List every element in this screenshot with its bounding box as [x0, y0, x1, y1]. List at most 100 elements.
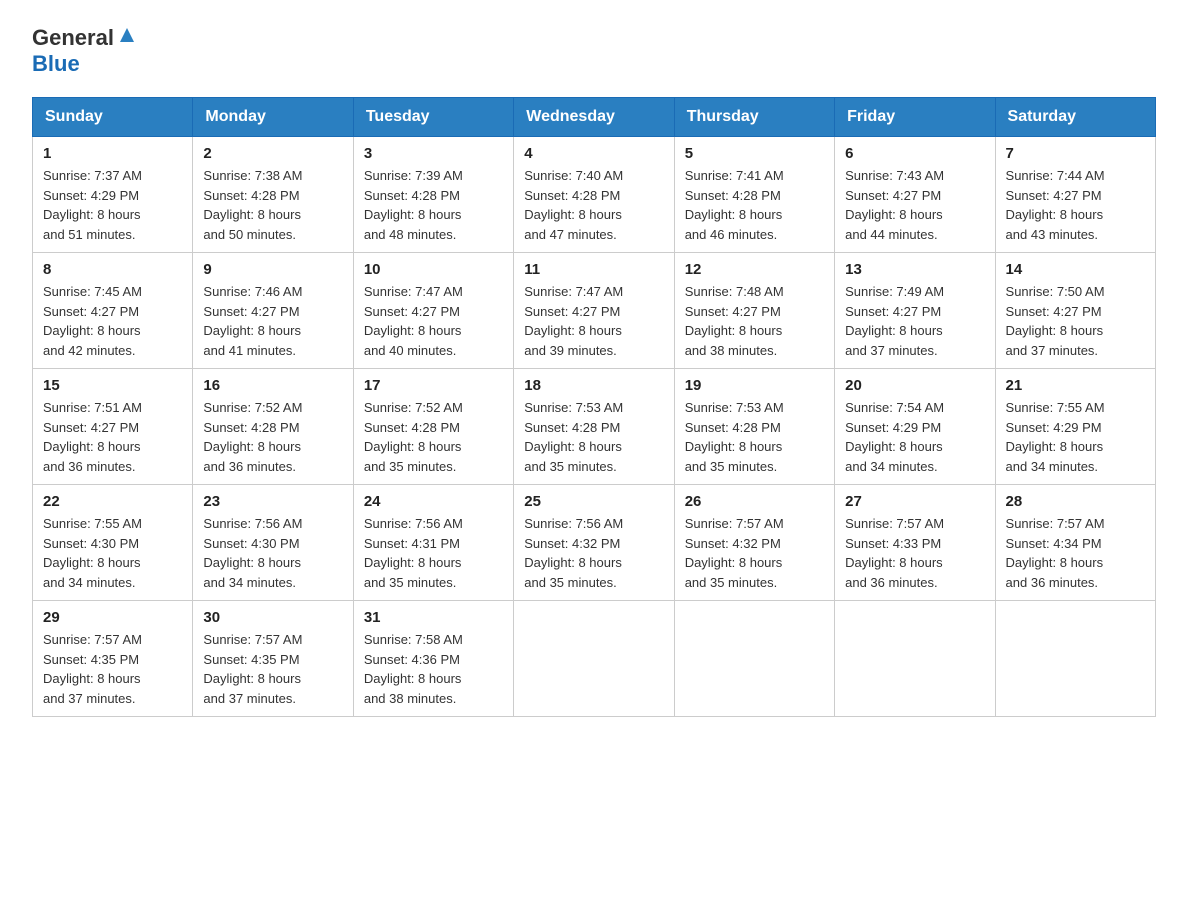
- day-detail: Sunrise: 7:56 AMSunset: 4:32 PMDaylight:…: [524, 516, 623, 590]
- calendar-week-row: 15 Sunrise: 7:51 AMSunset: 4:27 PMDaylig…: [33, 369, 1156, 485]
- day-detail: Sunrise: 7:41 AMSunset: 4:28 PMDaylight:…: [685, 168, 784, 242]
- calendar-cell: 14 Sunrise: 7:50 AMSunset: 4:27 PMDaylig…: [995, 253, 1155, 369]
- col-header-wednesday: Wednesday: [514, 98, 674, 137]
- calendar-week-row: 29 Sunrise: 7:57 AMSunset: 4:35 PMDaylig…: [33, 601, 1156, 717]
- calendar-cell: 1 Sunrise: 7:37 AMSunset: 4:29 PMDayligh…: [33, 137, 193, 253]
- calendar-cell: 25 Sunrise: 7:56 AMSunset: 4:32 PMDaylig…: [514, 485, 674, 601]
- calendar-cell: 12 Sunrise: 7:48 AMSunset: 4:27 PMDaylig…: [674, 253, 834, 369]
- day-number: 13: [845, 261, 984, 278]
- day-number: 10: [364, 261, 503, 278]
- day-number: 26: [685, 493, 824, 510]
- day-number: 14: [1006, 261, 1145, 278]
- day-detail: Sunrise: 7:44 AMSunset: 4:27 PMDaylight:…: [1006, 168, 1105, 242]
- day-number: 24: [364, 493, 503, 510]
- day-detail: Sunrise: 7:53 AMSunset: 4:28 PMDaylight:…: [685, 400, 784, 474]
- day-number: 8: [43, 261, 182, 278]
- logo-blue-text: Blue: [32, 51, 80, 76]
- day-number: 31: [364, 609, 503, 626]
- day-detail: Sunrise: 7:56 AMSunset: 4:30 PMDaylight:…: [203, 516, 302, 590]
- day-detail: Sunrise: 7:37 AMSunset: 4:29 PMDaylight:…: [43, 168, 142, 242]
- calendar-cell: 9 Sunrise: 7:46 AMSunset: 4:27 PMDayligh…: [193, 253, 353, 369]
- col-header-sunday: Sunday: [33, 98, 193, 137]
- day-number: 28: [1006, 493, 1145, 510]
- calendar-table: SundayMondayTuesdayWednesdayThursdayFrid…: [32, 97, 1156, 717]
- calendar-cell: 18 Sunrise: 7:53 AMSunset: 4:28 PMDaylig…: [514, 369, 674, 485]
- logo: General Blue: [32, 24, 138, 77]
- day-number: 5: [685, 145, 824, 162]
- day-detail: Sunrise: 7:49 AMSunset: 4:27 PMDaylight:…: [845, 284, 944, 358]
- calendar-cell: 29 Sunrise: 7:57 AMSunset: 4:35 PMDaylig…: [33, 601, 193, 717]
- calendar-cell: [674, 601, 834, 717]
- day-number: 30: [203, 609, 342, 626]
- day-number: 27: [845, 493, 984, 510]
- calendar-cell: 10 Sunrise: 7:47 AMSunset: 4:27 PMDaylig…: [353, 253, 513, 369]
- day-number: 3: [364, 145, 503, 162]
- calendar-cell: 3 Sunrise: 7:39 AMSunset: 4:28 PMDayligh…: [353, 137, 513, 253]
- day-detail: Sunrise: 7:57 AMSunset: 4:33 PMDaylight:…: [845, 516, 944, 590]
- calendar-week-row: 8 Sunrise: 7:45 AMSunset: 4:27 PMDayligh…: [33, 253, 1156, 369]
- calendar-cell: 15 Sunrise: 7:51 AMSunset: 4:27 PMDaylig…: [33, 369, 193, 485]
- calendar-cell: 6 Sunrise: 7:43 AMSunset: 4:27 PMDayligh…: [835, 137, 995, 253]
- calendar-cell: [514, 601, 674, 717]
- day-number: 15: [43, 377, 182, 394]
- day-detail: Sunrise: 7:55 AMSunset: 4:29 PMDaylight:…: [1006, 400, 1105, 474]
- day-number: 23: [203, 493, 342, 510]
- calendar-cell: 30 Sunrise: 7:57 AMSunset: 4:35 PMDaylig…: [193, 601, 353, 717]
- day-number: 6: [845, 145, 984, 162]
- day-detail: Sunrise: 7:47 AMSunset: 4:27 PMDaylight:…: [364, 284, 463, 358]
- day-number: 22: [43, 493, 182, 510]
- calendar-cell: 4 Sunrise: 7:40 AMSunset: 4:28 PMDayligh…: [514, 137, 674, 253]
- calendar-cell: 2 Sunrise: 7:38 AMSunset: 4:28 PMDayligh…: [193, 137, 353, 253]
- day-detail: Sunrise: 7:56 AMSunset: 4:31 PMDaylight:…: [364, 516, 463, 590]
- day-detail: Sunrise: 7:48 AMSunset: 4:27 PMDaylight:…: [685, 284, 784, 358]
- calendar-cell: 20 Sunrise: 7:54 AMSunset: 4:29 PMDaylig…: [835, 369, 995, 485]
- day-number: 7: [1006, 145, 1145, 162]
- day-detail: Sunrise: 7:40 AMSunset: 4:28 PMDaylight:…: [524, 168, 623, 242]
- calendar-cell: 11 Sunrise: 7:47 AMSunset: 4:27 PMDaylig…: [514, 253, 674, 369]
- calendar-cell: 7 Sunrise: 7:44 AMSunset: 4:27 PMDayligh…: [995, 137, 1155, 253]
- day-detail: Sunrise: 7:54 AMSunset: 4:29 PMDaylight:…: [845, 400, 944, 474]
- day-number: 20: [845, 377, 984, 394]
- calendar-cell: 22 Sunrise: 7:55 AMSunset: 4:30 PMDaylig…: [33, 485, 193, 601]
- calendar-cell: 16 Sunrise: 7:52 AMSunset: 4:28 PMDaylig…: [193, 369, 353, 485]
- col-header-thursday: Thursday: [674, 98, 834, 137]
- day-detail: Sunrise: 7:57 AMSunset: 4:35 PMDaylight:…: [43, 632, 142, 706]
- day-detail: Sunrise: 7:53 AMSunset: 4:28 PMDaylight:…: [524, 400, 623, 474]
- day-number: 4: [524, 145, 663, 162]
- day-number: 1: [43, 145, 182, 162]
- calendar-cell: 28 Sunrise: 7:57 AMSunset: 4:34 PMDaylig…: [995, 485, 1155, 601]
- col-header-friday: Friday: [835, 98, 995, 137]
- day-number: 25: [524, 493, 663, 510]
- calendar-header-row: SundayMondayTuesdayWednesdayThursdayFrid…: [33, 98, 1156, 137]
- calendar-cell: 31 Sunrise: 7:58 AMSunset: 4:36 PMDaylig…: [353, 601, 513, 717]
- day-number: 21: [1006, 377, 1145, 394]
- day-number: 29: [43, 609, 182, 626]
- logo-triangle-icon: [116, 24, 138, 46]
- day-detail: Sunrise: 7:57 AMSunset: 4:34 PMDaylight:…: [1006, 516, 1105, 590]
- logo-general-text: General: [32, 25, 114, 51]
- day-detail: Sunrise: 7:51 AMSunset: 4:27 PMDaylight:…: [43, 400, 142, 474]
- day-number: 12: [685, 261, 824, 278]
- col-header-monday: Monday: [193, 98, 353, 137]
- calendar-cell: 13 Sunrise: 7:49 AMSunset: 4:27 PMDaylig…: [835, 253, 995, 369]
- calendar-cell: 5 Sunrise: 7:41 AMSunset: 4:28 PMDayligh…: [674, 137, 834, 253]
- calendar-week-row: 22 Sunrise: 7:55 AMSunset: 4:30 PMDaylig…: [33, 485, 1156, 601]
- calendar-cell: 23 Sunrise: 7:56 AMSunset: 4:30 PMDaylig…: [193, 485, 353, 601]
- calendar-cell: 24 Sunrise: 7:56 AMSunset: 4:31 PMDaylig…: [353, 485, 513, 601]
- calendar-cell: 26 Sunrise: 7:57 AMSunset: 4:32 PMDaylig…: [674, 485, 834, 601]
- day-detail: Sunrise: 7:52 AMSunset: 4:28 PMDaylight:…: [364, 400, 463, 474]
- day-number: 9: [203, 261, 342, 278]
- col-header-tuesday: Tuesday: [353, 98, 513, 137]
- day-detail: Sunrise: 7:39 AMSunset: 4:28 PMDaylight:…: [364, 168, 463, 242]
- day-detail: Sunrise: 7:58 AMSunset: 4:36 PMDaylight:…: [364, 632, 463, 706]
- calendar-cell: 17 Sunrise: 7:52 AMSunset: 4:28 PMDaylig…: [353, 369, 513, 485]
- day-number: 18: [524, 377, 663, 394]
- day-detail: Sunrise: 7:55 AMSunset: 4:30 PMDaylight:…: [43, 516, 142, 590]
- calendar-week-row: 1 Sunrise: 7:37 AMSunset: 4:29 PMDayligh…: [33, 137, 1156, 253]
- calendar-cell: 19 Sunrise: 7:53 AMSunset: 4:28 PMDaylig…: [674, 369, 834, 485]
- day-detail: Sunrise: 7:46 AMSunset: 4:27 PMDaylight:…: [203, 284, 302, 358]
- day-detail: Sunrise: 7:50 AMSunset: 4:27 PMDaylight:…: [1006, 284, 1105, 358]
- day-detail: Sunrise: 7:57 AMSunset: 4:35 PMDaylight:…: [203, 632, 302, 706]
- day-number: 11: [524, 261, 663, 278]
- col-header-saturday: Saturday: [995, 98, 1155, 137]
